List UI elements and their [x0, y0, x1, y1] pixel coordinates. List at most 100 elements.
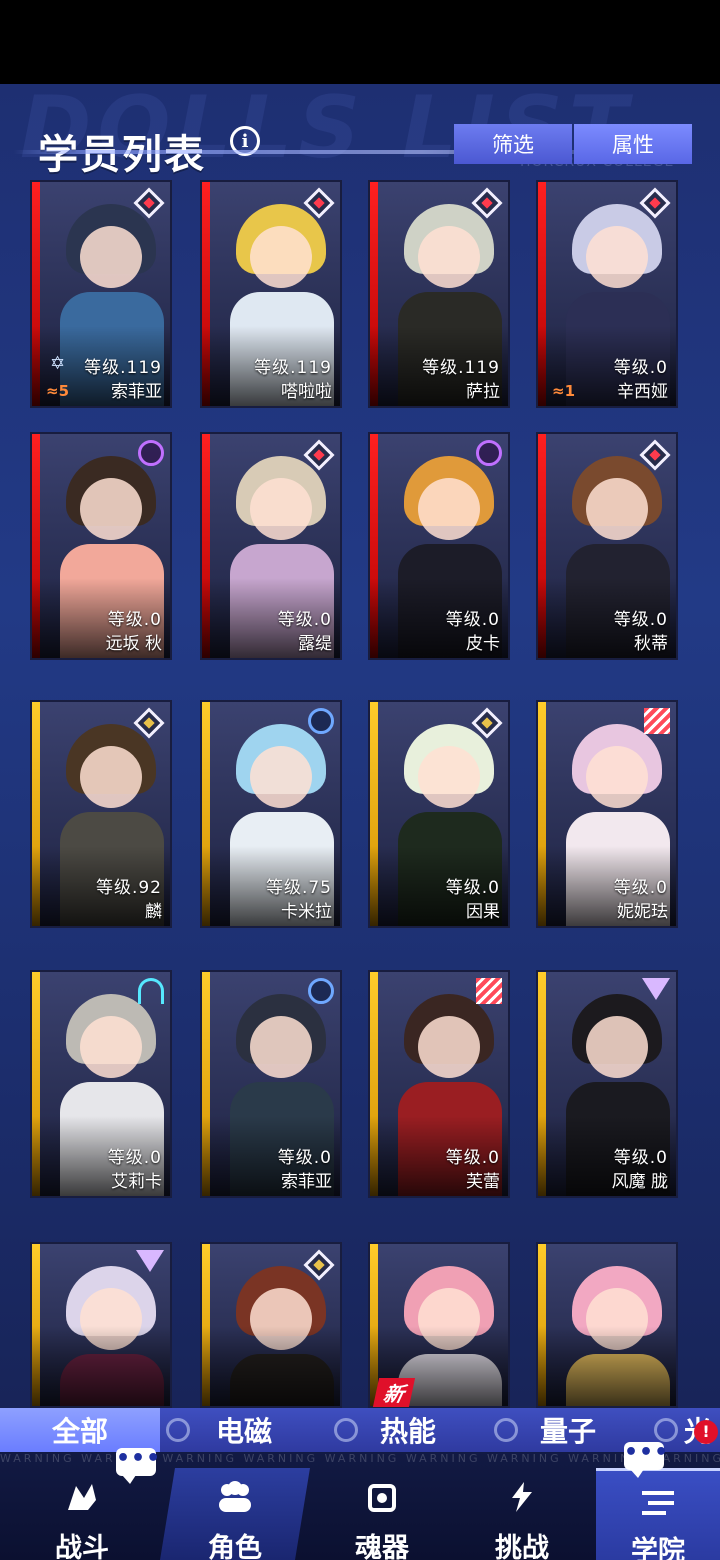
swirl-icon: [138, 440, 164, 466]
star-of-david-icon: ✡: [50, 353, 66, 374]
character-name: 芙蕾: [466, 1172, 500, 1192]
character-card[interactable]: 等级.0 芙蕾: [368, 970, 510, 1198]
portrait-face: [250, 226, 312, 288]
character-name: 风魔 胧: [611, 1172, 668, 1192]
character-name: 索菲亚: [281, 1172, 332, 1192]
character-card[interactable]: [30, 1242, 172, 1408]
nav-characters[interactable]: 角色: [160, 1468, 310, 1560]
portrait-face: [80, 478, 142, 540]
light-icon: [654, 1418, 678, 1442]
character-level: 等级.0: [277, 610, 332, 630]
nav-label: 魂器: [355, 1533, 409, 1560]
card-shade: [538, 1326, 676, 1406]
character-card[interactable]: 等级.0 皮卡: [368, 432, 510, 660]
chat-icon[interactable]: •••: [116, 1446, 162, 1484]
battle-icon: [68, 1484, 96, 1510]
ring-icon: [308, 978, 334, 1004]
character-name: 远坂 秋: [105, 634, 162, 654]
chat-dots: •••: [624, 1440, 670, 1465]
portrait-face: [586, 226, 648, 288]
character-level: 等级.119: [254, 358, 332, 378]
character-card[interactable]: 等级.92 麟: [30, 700, 172, 928]
character-card[interactable]: 等级.0 因果: [368, 700, 510, 928]
character-card[interactable]: 等级.119 萨拉: [368, 180, 510, 408]
character-name: 辛西娅: [617, 382, 668, 402]
character-level: 等级.92: [95, 878, 162, 898]
character-card[interactable]: ✡ ≈5 等级.119 索菲亚: [30, 180, 172, 408]
tab-label: 热能: [379, 1415, 436, 1448]
triangle-icon: [136, 1250, 164, 1272]
characters-icon: [219, 1481, 251, 1512]
character-level: 等级.0: [107, 610, 162, 630]
triangle-icon: [642, 978, 670, 1000]
portrait-face: [250, 1016, 312, 1078]
character-card[interactable]: [536, 1242, 678, 1408]
challenge-icon: [512, 1482, 532, 1512]
character-name: 萨拉: [466, 382, 500, 402]
nav-soul-vessel[interactable]: 魂器: [310, 1468, 454, 1560]
bottom-navigation: WARNING WARNING WARNING WARNING WARNING …: [0, 1452, 720, 1560]
warning-strip: WARNING WARNING WARNING WARNING WARNING …: [0, 1452, 720, 1465]
stripes-icon: [644, 708, 670, 734]
character-name: 皮卡: [466, 634, 500, 654]
portrait-face: [80, 1016, 142, 1078]
attribute-button[interactable]: 属性: [574, 124, 692, 164]
character-level: 等级.0: [107, 1148, 162, 1168]
character-level: 等级.0: [445, 1148, 500, 1168]
nav-label: 学院: [631, 1536, 685, 1560]
nav-academy[interactable]: 学院: [596, 1468, 720, 1560]
element-filter-tabs: 全部 电磁 热能 量子 光: [0, 1408, 720, 1452]
character-card[interactable]: [200, 1242, 342, 1408]
character-level: 等级.0: [613, 878, 668, 898]
portrait-face: [586, 478, 648, 540]
character-card[interactable]: 等级.0 露缇: [200, 432, 342, 660]
soul-vessel-icon: [368, 1484, 396, 1512]
character-card[interactable]: 等级.0 风魔 胧: [536, 970, 678, 1198]
character-name: 因果: [466, 902, 500, 922]
tab-thermal[interactable]: 热能: [328, 1408, 488, 1452]
portrait-face: [418, 746, 480, 808]
filter-button[interactable]: 筛选: [454, 124, 572, 164]
character-level: 等级.119: [84, 358, 162, 378]
character-name: 妮妮珐: [617, 902, 668, 922]
portrait-face: [418, 478, 480, 540]
character-name: 麟: [145, 902, 162, 922]
ring-icon: [308, 708, 334, 734]
tab-label: 电磁: [215, 1415, 272, 1448]
alert-badge: !: [694, 1420, 718, 1444]
tab-label: 量子: [539, 1415, 596, 1448]
character-card[interactable]: 等级.0 妮妮珐: [536, 700, 678, 928]
portrait-face: [586, 1016, 648, 1078]
character-card[interactable]: 等级.0 索菲亚: [200, 970, 342, 1198]
character-level: 等级.0: [613, 610, 668, 630]
tab-label: 全部: [51, 1415, 108, 1448]
card-shade: [32, 1326, 170, 1406]
character-card[interactable]: 等级.0 秋蒂: [536, 432, 678, 660]
thermal-icon: [334, 1418, 358, 1442]
portrait-face: [418, 226, 480, 288]
portrait-face: [80, 226, 142, 288]
chat-icon[interactable]: •••: [624, 1440, 670, 1478]
nav-label: 战斗: [55, 1533, 109, 1560]
character-level: 等级.119: [422, 358, 500, 378]
character-card[interactable]: 等级.0 艾莉卡: [30, 970, 172, 1198]
character-level: 等级.0: [277, 1148, 332, 1168]
rank-badge: ≈5: [46, 382, 70, 400]
character-card[interactable]: 等级.0 远坂 秋: [30, 432, 172, 660]
tab-electromagnetic[interactable]: 电磁: [160, 1408, 328, 1452]
app-screen: DOLLS LIST HORCRUX COLLEGE 学员列表 i 筛选 属性 …: [0, 84, 720, 1560]
nav-label: 角色: [208, 1533, 262, 1560]
character-name: 秋蒂: [634, 634, 668, 654]
character-card[interactable]: ≈1 等级.0 辛西娅: [536, 180, 678, 408]
portrait-face: [80, 746, 142, 808]
chat-dots: •••: [116, 1446, 162, 1471]
new-badge: 新: [372, 1378, 416, 1407]
rank-badge: ≈1: [552, 382, 576, 400]
portrait-face: [250, 478, 312, 540]
character-name: 露缇: [298, 634, 332, 654]
character-level: 等级.0: [613, 1148, 668, 1168]
character-card[interactable]: 等级.119 嗒啦啦: [200, 180, 342, 408]
character-card[interactable]: 等级.75 卡米拉: [200, 700, 342, 928]
nav-challenge[interactable]: 挑战: [450, 1468, 594, 1560]
stripes-icon: [476, 978, 502, 1004]
